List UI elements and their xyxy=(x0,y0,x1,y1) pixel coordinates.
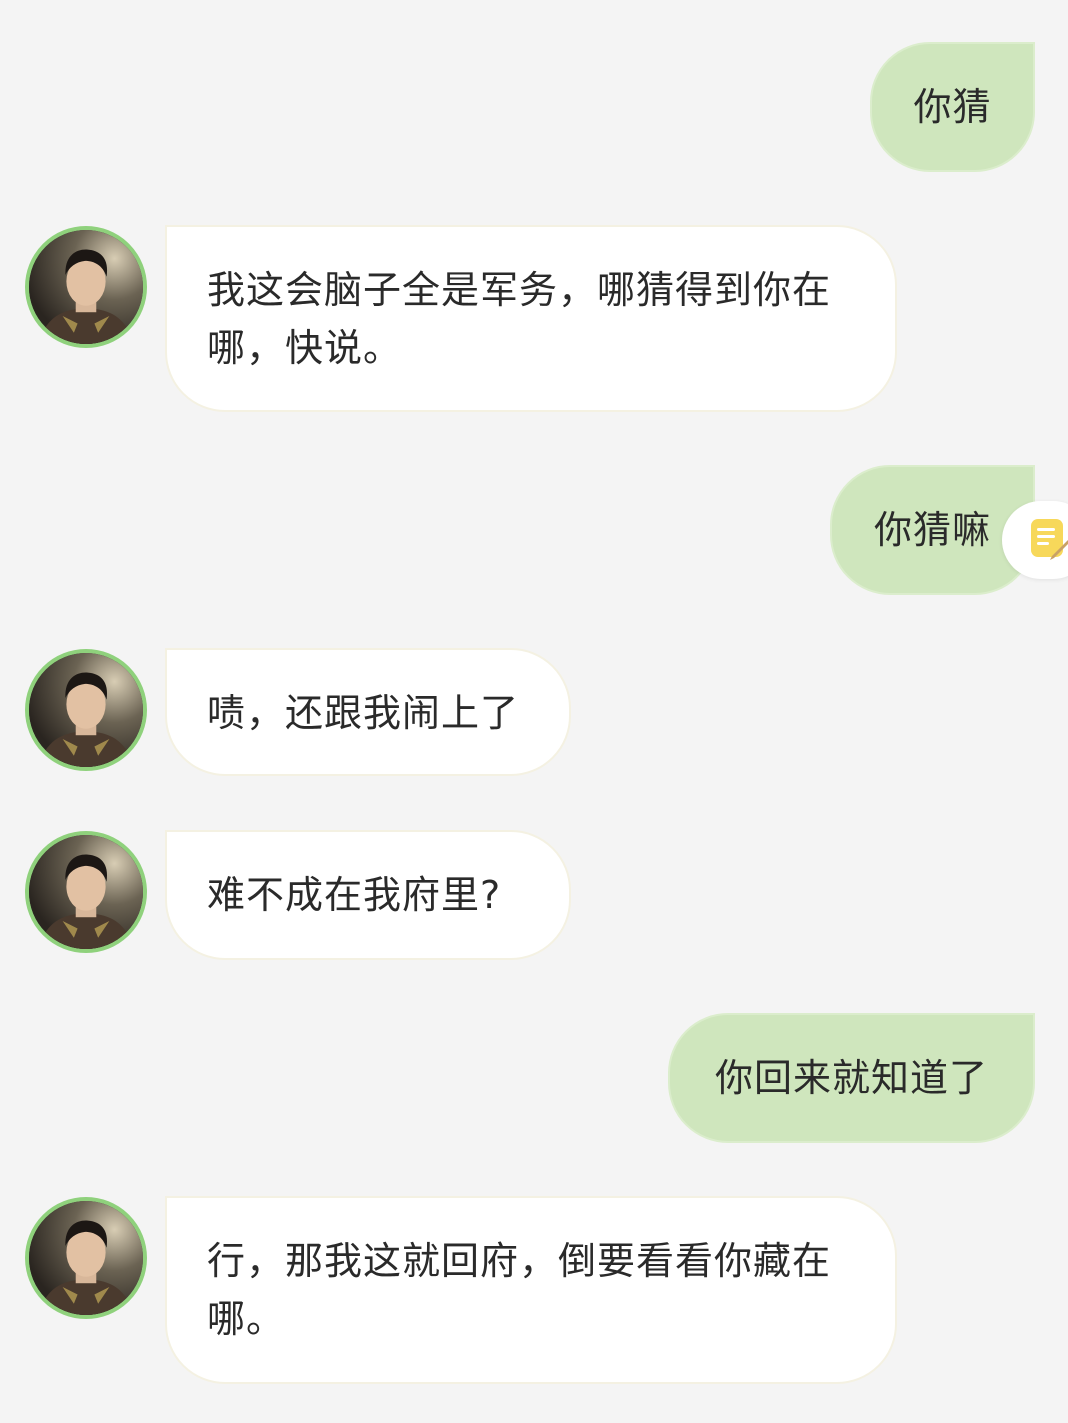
note-edit-icon xyxy=(1031,519,1068,560)
character-avatar-image xyxy=(29,1201,143,1315)
character-avatar-image xyxy=(29,230,143,344)
assistant-message-bubble[interactable]: 难不成在我府里? xyxy=(165,830,571,960)
character-avatar[interactable] xyxy=(25,649,147,771)
user-message-bubble[interactable]: 你回来就知道了 xyxy=(668,1013,1035,1143)
assistant-message-bubble[interactable]: 我这会脑子全是军务，哪猜得到你在哪，快说。 xyxy=(165,225,897,412)
assistant-message-bubble[interactable]: 行，那我这就回府，倒要看看你藏在哪。 xyxy=(165,1196,897,1384)
character-avatar[interactable] xyxy=(25,226,147,348)
chat-thread: 你猜 我这会脑子全是军务，哪猜得到你在哪，快说。 你猜嘛 啧，还跟我闹上了 难不… xyxy=(0,0,1068,1423)
character-avatar[interactable] xyxy=(25,831,147,953)
character-avatar-image xyxy=(29,835,143,949)
character-avatar-image xyxy=(29,653,143,767)
assistant-message-bubble[interactable]: 啧，还跟我闹上了 xyxy=(165,648,571,776)
character-avatar[interactable] xyxy=(25,1197,147,1319)
user-message-bubble[interactable]: 你猜 xyxy=(870,42,1035,172)
